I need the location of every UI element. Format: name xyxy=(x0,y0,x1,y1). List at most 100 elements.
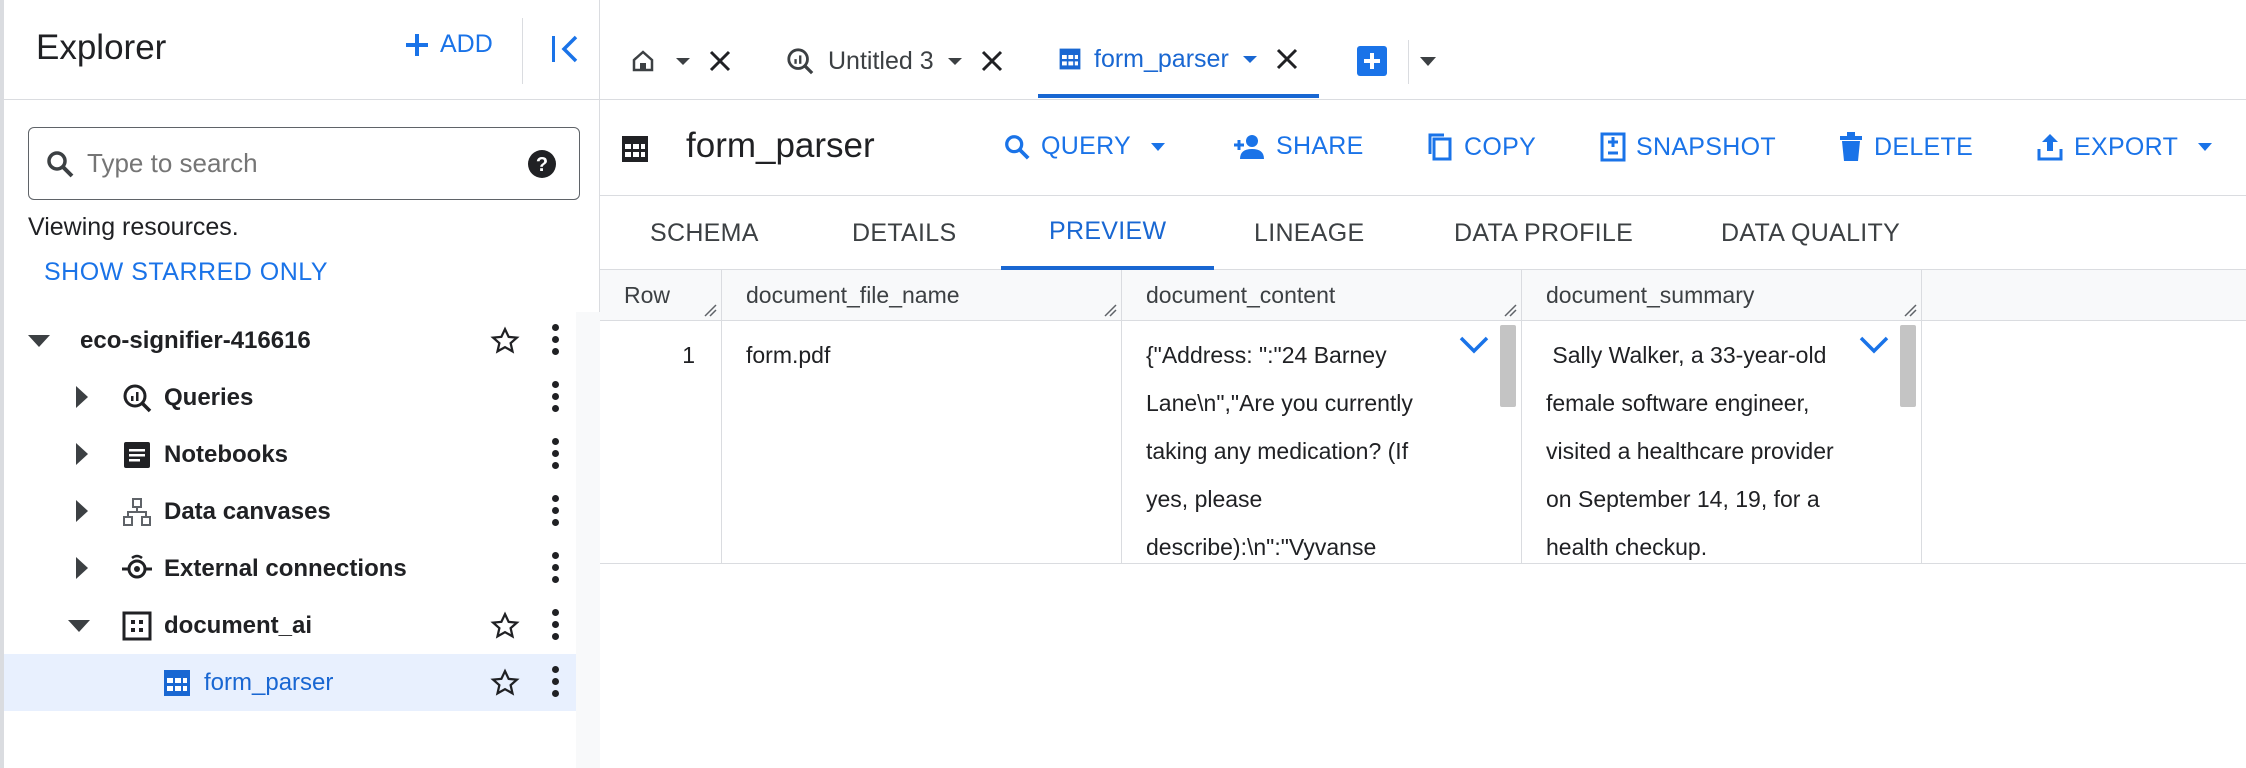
search-input[interactable] xyxy=(87,148,507,179)
tab-bar: Untitled 3 form_parser xyxy=(600,0,2246,100)
caret-right-icon[interactable] xyxy=(76,443,88,465)
column-header-row[interactable]: Row xyxy=(600,270,722,321)
expand-chevron-icon[interactable] xyxy=(1458,335,1490,355)
explorer-scrollbar[interactable] xyxy=(576,312,600,768)
collapse-left-icon xyxy=(552,35,578,63)
query-icon xyxy=(787,48,814,75)
tree-item-queries[interactable]: Queries xyxy=(4,369,600,426)
header-divider xyxy=(522,18,523,84)
trash-icon xyxy=(1840,132,1862,161)
queries-icon xyxy=(123,384,152,413)
grid-header: Row document_file_name document_content … xyxy=(600,270,2246,321)
star-icon[interactable] xyxy=(490,611,520,641)
help-icon[interactable]: ? xyxy=(527,149,557,179)
cell-text: form.pdf xyxy=(746,342,831,368)
tab-lineage[interactable]: LINEAGE xyxy=(1254,196,1364,270)
tree-item-label: External connections xyxy=(164,554,407,582)
cell-scrollbar[interactable] xyxy=(1500,325,1516,407)
more-options-icon[interactable] xyxy=(550,495,560,527)
cell-text: Sally Walker, a 33-year-old female softw… xyxy=(1546,342,1841,560)
chevron-down-icon[interactable] xyxy=(2198,143,2213,151)
caret-down-icon[interactable] xyxy=(28,335,50,347)
tab-details[interactable]: DETAILS xyxy=(852,196,956,270)
tree-item-notebooks[interactable]: Notebooks xyxy=(4,426,600,483)
snapshot-button-label: SNAPSHOT xyxy=(1636,132,1776,161)
caret-down-icon[interactable] xyxy=(68,620,90,632)
chevron-down-icon[interactable] xyxy=(947,57,962,65)
cell-row-number: 1 xyxy=(600,321,722,564)
chevron-down-icon[interactable] xyxy=(1242,55,1257,63)
more-options-icon[interactable] xyxy=(550,438,560,470)
show-starred-only-link[interactable]: SHOW STARRED ONLY xyxy=(44,258,328,287)
caret-right-icon[interactable] xyxy=(76,386,88,408)
export-button[interactable]: EXPORT xyxy=(2036,132,2213,162)
tree-item-external-connections[interactable]: External connections xyxy=(4,540,600,597)
more-options-icon[interactable] xyxy=(550,381,560,413)
column-header-document-file-name[interactable]: document_file_name xyxy=(722,270,1122,321)
more-options-icon[interactable] xyxy=(550,552,560,584)
tab-untitled-3[interactable]: Untitled 3 xyxy=(786,24,1004,98)
cell-document-content[interactable]: {"Address: ":"24 Barney Lane\n","Are you… xyxy=(1122,321,1522,564)
column-header-document-content[interactable]: document_content xyxy=(1122,270,1522,321)
table-icon xyxy=(164,670,190,696)
delete-button[interactable]: DELETE xyxy=(1838,132,1973,162)
more-options-icon[interactable] xyxy=(550,666,560,698)
resize-handle-icon[interactable] xyxy=(1903,303,1917,317)
plus-icon xyxy=(406,33,428,56)
table-row: 1 form.pdf {"Address: ":"24 Barney Lane\… xyxy=(600,321,2246,564)
tab-data-quality[interactable]: DATA QUALITY xyxy=(1721,196,1900,270)
chevron-down-icon[interactable] xyxy=(1420,57,1436,66)
resize-handle-icon[interactable] xyxy=(1103,303,1117,317)
tab-home[interactable] xyxy=(630,24,732,98)
star-icon[interactable] xyxy=(490,326,520,356)
tree-item-dataset[interactable]: document_ai xyxy=(4,597,600,654)
share-button[interactable]: SHARE xyxy=(1232,132,1364,161)
more-options-icon[interactable] xyxy=(550,609,560,641)
table-icon xyxy=(622,136,648,162)
close-icon[interactable] xyxy=(1275,47,1299,71)
tree-item-table-form-parser[interactable]: form_parser xyxy=(4,654,600,711)
tab-data-profile[interactable]: DATA PROFILE xyxy=(1454,196,1633,270)
chevron-down-icon[interactable] xyxy=(1150,142,1165,151)
close-icon[interactable] xyxy=(708,49,732,73)
tree-project-row[interactable]: eco-signifier-416616 xyxy=(4,312,600,369)
star-icon[interactable] xyxy=(490,668,520,698)
snapshot-button[interactable]: SNAPSHOT xyxy=(1600,132,1776,162)
chevron-down-icon[interactable] xyxy=(676,57,690,65)
cell-scrollbar[interactable] xyxy=(1900,325,1916,407)
new-tab-button[interactable] xyxy=(1357,46,1387,76)
column-header-document-summary[interactable]: document_summary xyxy=(1522,270,1922,321)
cell-document-summary[interactable]: Sally Walker, a 33-year-old female softw… xyxy=(1522,321,1922,564)
row-number: 1 xyxy=(682,342,695,368)
search-icon xyxy=(47,150,74,177)
tab-schema[interactable]: SCHEMA xyxy=(650,196,759,270)
caret-right-icon[interactable] xyxy=(76,557,88,579)
close-icon[interactable] xyxy=(980,49,1004,73)
page-title: form_parser xyxy=(686,126,875,165)
share-button-label: SHARE xyxy=(1276,132,1364,160)
snapshot-icon xyxy=(1600,132,1626,162)
copy-button[interactable]: COPY xyxy=(1426,132,1536,162)
explorer-title: Explorer xyxy=(36,28,167,67)
tab-label: form_parser xyxy=(1094,44,1229,73)
tab-preview[interactable]: PREVIEW xyxy=(1001,196,1215,270)
tree-item-data-canvases[interactable]: Data canvases xyxy=(4,483,600,540)
query-button[interactable]: QUERY xyxy=(1003,132,1165,161)
resize-handle-icon[interactable] xyxy=(703,303,717,317)
column-header-label: Row xyxy=(624,282,671,308)
dataset-label: document_ai xyxy=(164,611,313,639)
data-canvas-icon xyxy=(123,498,151,526)
add-button[interactable]: ADD xyxy=(404,30,493,59)
resize-handle-icon[interactable] xyxy=(1503,303,1517,317)
more-options-icon[interactable] xyxy=(550,324,560,356)
collapse-panel-button[interactable] xyxy=(550,34,580,69)
expand-chevron-icon[interactable] xyxy=(1858,335,1890,355)
add-person-icon xyxy=(1234,134,1264,159)
caret-right-icon[interactable] xyxy=(76,500,88,522)
tab-form-parser[interactable]: form_parser xyxy=(1038,24,1319,98)
tab-separator xyxy=(1408,40,1409,84)
add-button-label: ADD xyxy=(440,30,493,58)
home-icon xyxy=(632,50,654,72)
cell-document-file-name[interactable]: form.pdf xyxy=(722,321,1122,564)
tab-label: Untitled 3 xyxy=(828,46,934,75)
